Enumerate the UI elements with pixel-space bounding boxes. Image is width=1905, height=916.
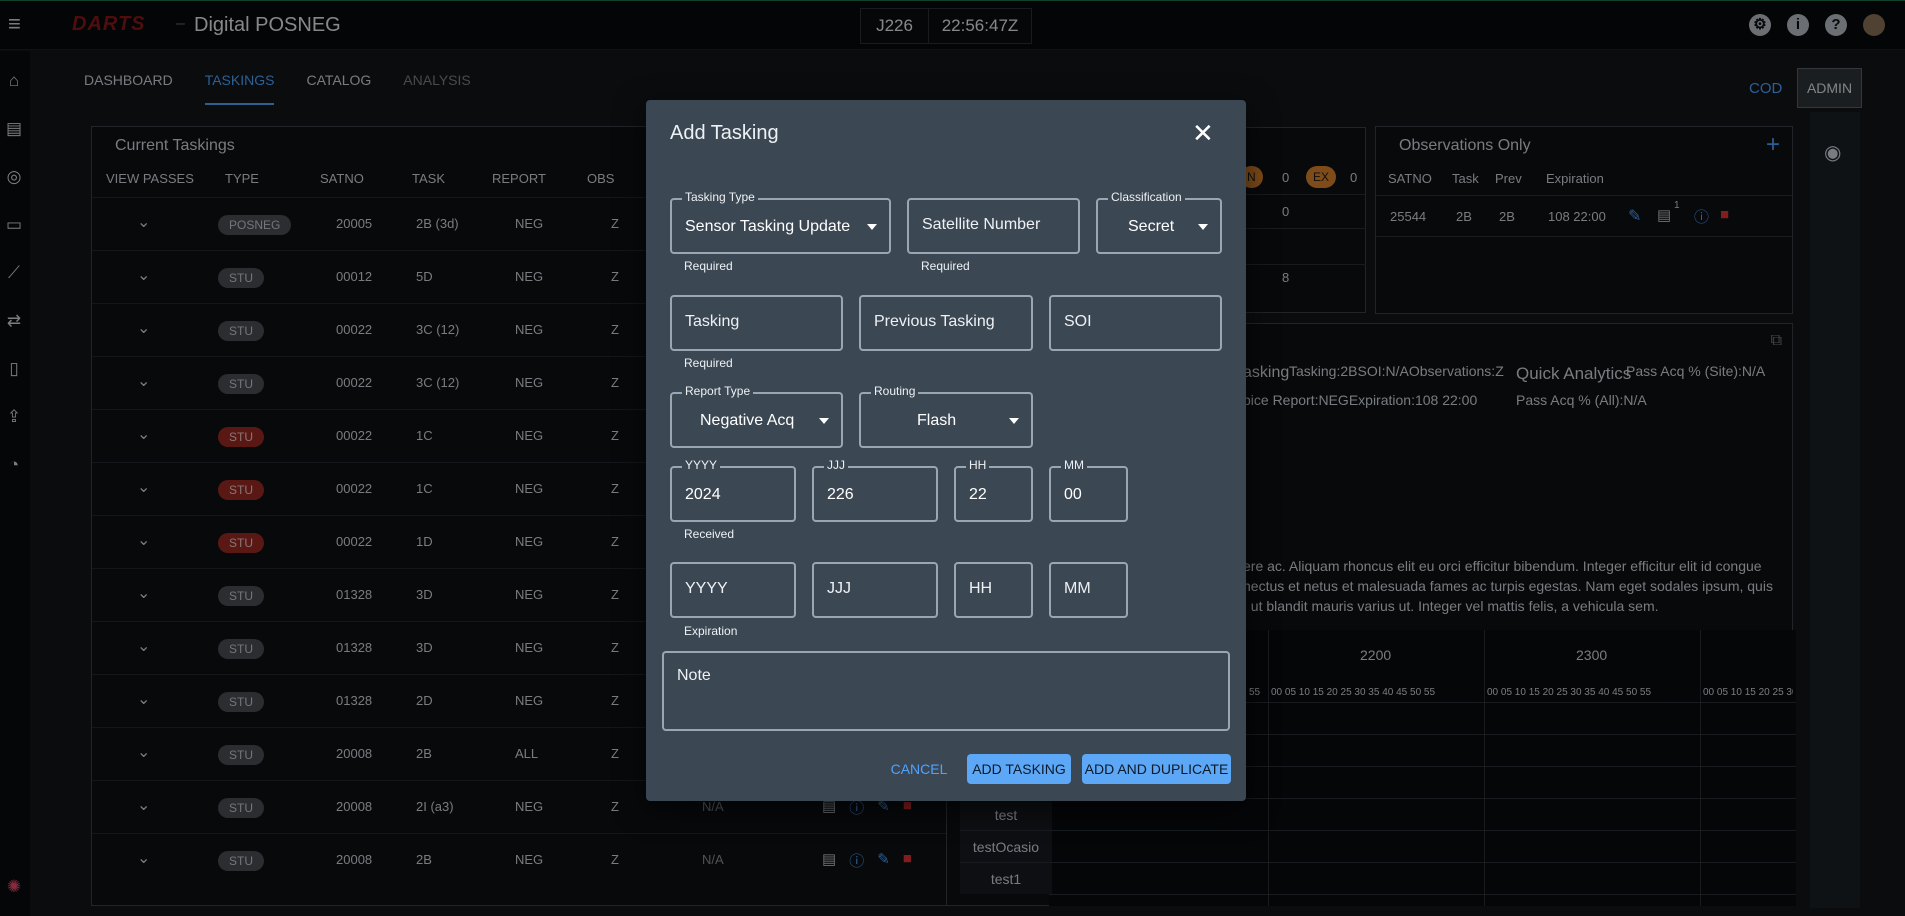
field-label: Report Type — [682, 384, 754, 398]
field-value: 2024 — [685, 486, 721, 503]
field-value: Secret — [1128, 218, 1175, 235]
field-placeholder: JJJ — [827, 580, 851, 597]
field-label: YYYY — [682, 458, 721, 472]
field-value: Sensor Tasking Update — [685, 218, 851, 235]
note-field[interactable]: Note — [662, 651, 1230, 731]
dropdown-arrow-icon — [1198, 224, 1208, 230]
field-label: MM — [1061, 458, 1087, 472]
field-value: Flash — [917, 412, 957, 429]
dialog-title: Add Tasking — [670, 122, 779, 144]
expiration-year-field[interactable]: YYYY — [670, 562, 796, 618]
helper-text: Received — [684, 527, 735, 541]
field-label: JJJ — [824, 458, 848, 472]
add-tasking-button[interactable]: ADD TASKING — [967, 754, 1071, 784]
field-placeholder: Satellite Number — [922, 216, 1041, 233]
expiration-day-field[interactable]: JJJ — [812, 562, 938, 618]
field-placeholder: SOI — [1064, 313, 1092, 330]
field-value: 226 — [827, 486, 854, 503]
field-placeholder: Previous Tasking — [874, 313, 995, 330]
app-root: ≡ DARTS – Digital POSNEG J226 22:56:47Z … — [0, 0, 1905, 916]
report-type-select[interactable]: Report Type Negative Acq — [670, 384, 843, 448]
field-label: Routing — [871, 384, 919, 398]
received-minute-field[interactable]: MM 00 — [1049, 458, 1128, 522]
field-placeholder: HH — [969, 580, 993, 597]
field-value: Negative Acq — [700, 412, 795, 429]
field-placeholder: YYYY — [685, 580, 728, 597]
received-day-field[interactable]: JJJ 226 — [812, 458, 938, 522]
received-year-field[interactable]: YYYY 2024 — [670, 458, 796, 522]
add-and-duplicate-button[interactable]: ADD AND DUPLICATE — [1082, 754, 1231, 784]
helper-text: Required — [684, 356, 733, 370]
field-label: Classification — [1108, 190, 1185, 204]
soi-field[interactable]: SOI — [1049, 295, 1222, 351]
add-tasking-dialog: Add Tasking ✕ Tasking Type Sensor Taskin… — [646, 100, 1246, 801]
routing-select[interactable]: Routing Flash — [859, 384, 1033, 448]
satellite-number-field[interactable]: Satellite Number — [907, 198, 1080, 254]
field-label: Tasking Type — [682, 190, 758, 204]
dropdown-arrow-icon — [867, 224, 877, 230]
cancel-button[interactable]: CANCEL — [884, 754, 954, 784]
classification-select[interactable]: Classification Secret — [1096, 190, 1222, 254]
field-placeholder: MM — [1064, 580, 1091, 597]
field-label: HH — [966, 458, 990, 472]
previous-tasking-field[interactable]: Previous Tasking — [859, 295, 1033, 351]
expiration-hour-field[interactable]: HH — [954, 562, 1033, 618]
received-hour-field[interactable]: HH 22 — [954, 458, 1033, 522]
field-placeholder: Tasking — [685, 313, 740, 330]
dropdown-arrow-icon — [819, 418, 829, 424]
dropdown-arrow-icon — [1009, 418, 1019, 424]
close-icon[interactable]: ✕ — [1192, 120, 1214, 146]
expiration-minute-field[interactable]: MM — [1049, 562, 1128, 618]
field-placeholder: Note — [677, 667, 711, 684]
tasking-type-select[interactable]: Tasking Type Sensor Tasking Update — [670, 190, 891, 254]
tasking-field[interactable]: Tasking — [670, 295, 843, 351]
field-value: 22 — [969, 486, 987, 503]
field-value: 00 — [1064, 486, 1082, 503]
helper-text: Required — [684, 259, 733, 273]
helper-text: Required — [921, 259, 970, 273]
helper-text: Expiration — [684, 624, 738, 638]
